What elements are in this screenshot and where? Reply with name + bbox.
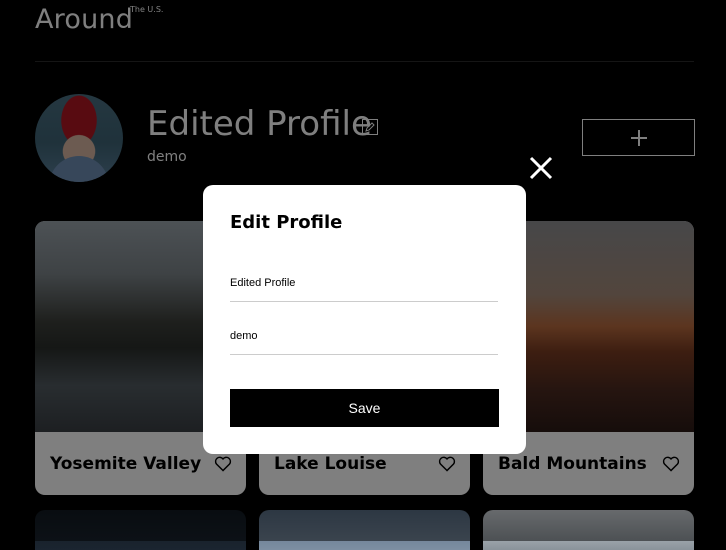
about-field[interactable] <box>230 330 498 355</box>
modal-title: Edit Profile <box>230 212 343 233</box>
edit-profile-modal: Edit Profile Save <box>203 185 526 454</box>
close-icon[interactable] <box>528 155 554 181</box>
page: Around The U.S. Edited Profile demo Yose… <box>0 0 726 550</box>
name-field[interactable] <box>230 277 498 302</box>
save-button[interactable]: Save <box>230 389 499 427</box>
